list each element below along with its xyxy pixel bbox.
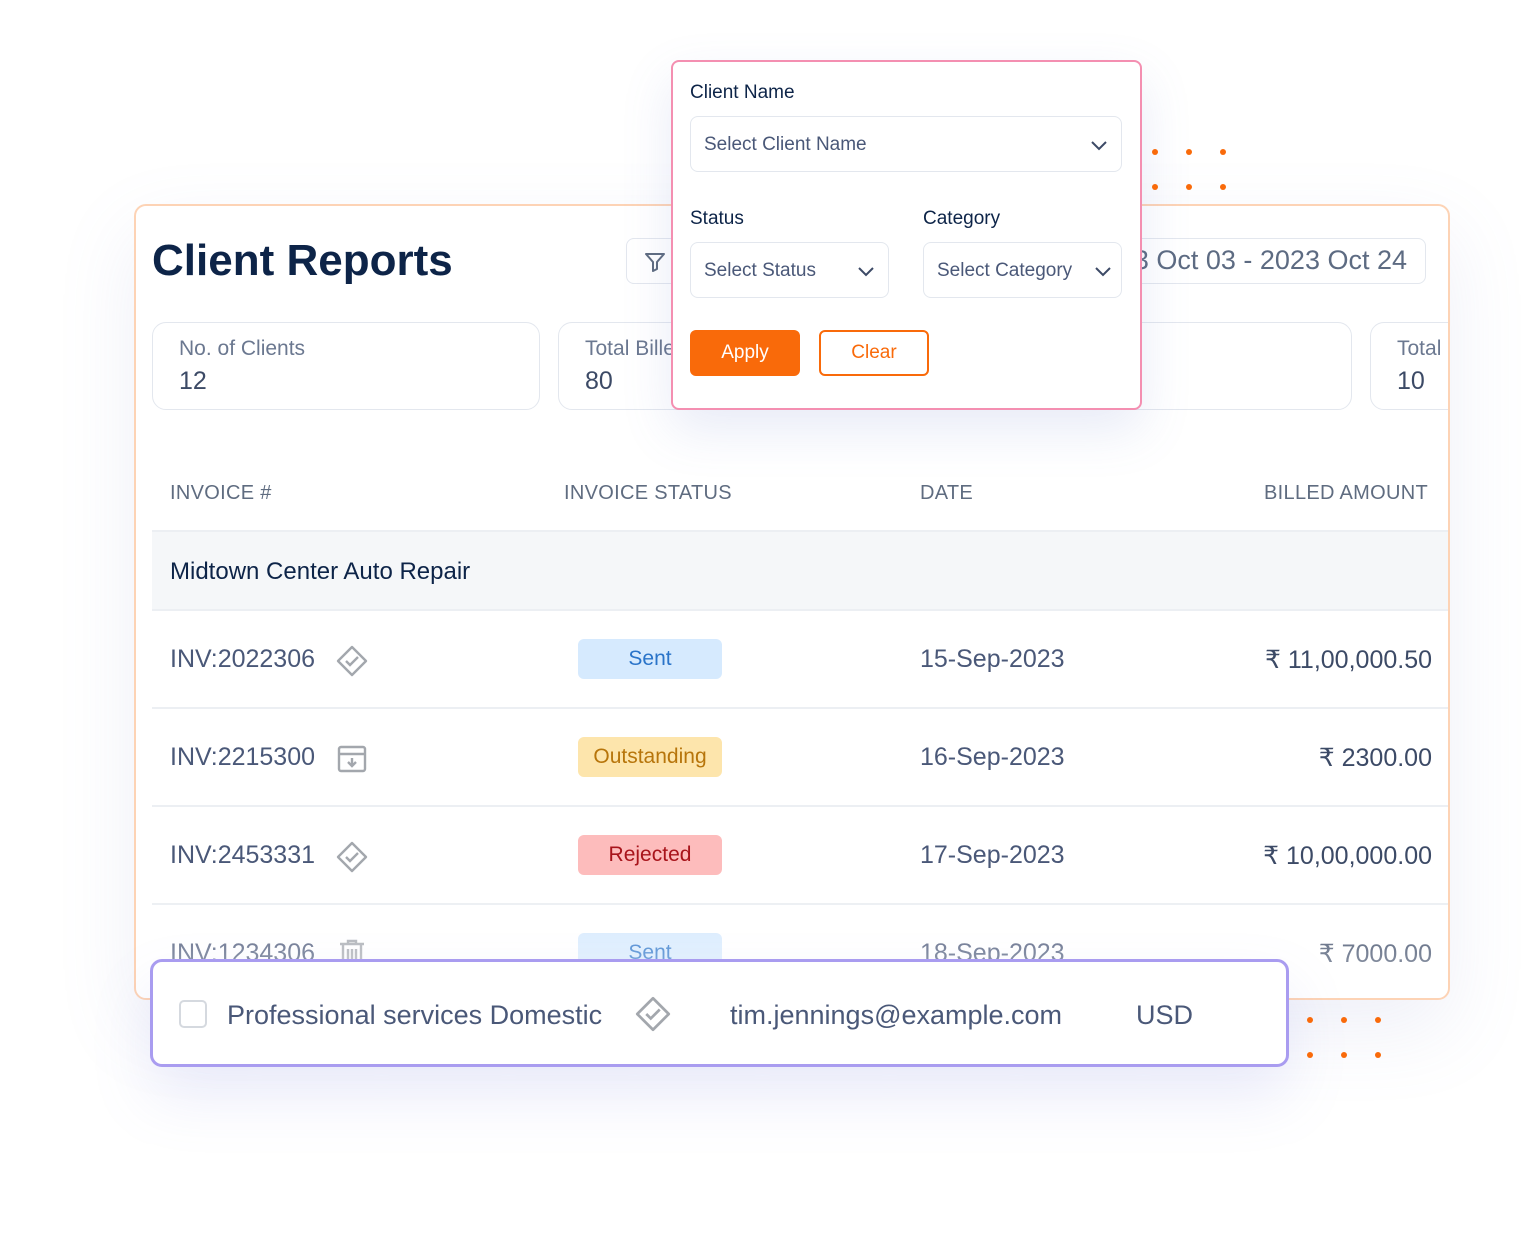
decorative-dot — [1186, 184, 1192, 190]
floating-client-row: Professional services Domestic tim.jenni… — [150, 959, 1289, 1067]
decorative-dot — [1152, 149, 1158, 155]
invoice-date: 17-Sep-2023 — [920, 841, 1065, 869]
decorative-dot — [1341, 1052, 1347, 1058]
client-email[interactable]: tim.jennings@example.com — [730, 1000, 1062, 1031]
decorative-dot — [1220, 184, 1226, 190]
column-header-date[interactable]: DATE — [920, 482, 973, 505]
category-label: Category — [923, 208, 1001, 229]
category-placeholder: Select Category — [937, 260, 1073, 281]
status-badge: Outstanding — [578, 737, 722, 777]
client-currency: USD — [1136, 1000, 1194, 1030]
invoice-date: 16-Sep-2023 — [920, 743, 1065, 771]
chevron-down-icon — [858, 267, 874, 277]
approved-check-icon[interactable] — [336, 645, 368, 677]
stat-label: No. of Clients — [179, 337, 306, 360]
stat-value: 10 — [1397, 367, 1425, 395]
stat-card-total: Total 10 — [1370, 322, 1448, 410]
client-name-select[interactable]: Select Client Name — [690, 116, 1122, 172]
chevron-down-icon — [1091, 141, 1107, 151]
decorative-dot — [1375, 1017, 1381, 1023]
row-checkbox[interactable] — [179, 1000, 207, 1028]
invoice-date: 15-Sep-2023 — [920, 645, 1065, 673]
approved-check-icon[interactable] — [336, 841, 368, 873]
clear-button[interactable]: Clear — [819, 330, 929, 376]
category-select[interactable]: Select Category — [923, 242, 1122, 298]
chevron-down-icon — [1095, 267, 1111, 277]
stat-card-clients: No. of Clients 12 — [152, 322, 540, 410]
decorative-dot — [1152, 184, 1158, 190]
column-header-amount[interactable]: BILLED AMOUNT — [1264, 482, 1428, 505]
status-badge: Rejected — [578, 835, 722, 875]
archive-download-icon[interactable] — [336, 743, 368, 775]
client-name-placeholder: Select Client Name — [704, 134, 867, 155]
column-header-status[interactable]: INVOICE STATUS — [564, 482, 732, 505]
billed-amount: ₹ 11,00,000.50 — [1265, 646, 1432, 674]
invoice-number[interactable]: INV:2215300 — [170, 743, 315, 772]
group-row: Midtown Center Auto Repair — [152, 532, 1448, 610]
page-title: Client Reports — [152, 236, 453, 285]
apply-button[interactable]: Apply — [690, 330, 800, 376]
status-placeholder: Select Status — [704, 260, 816, 281]
decorative-dot — [1307, 1017, 1313, 1023]
billed-amount: ₹ 2300.00 — [1318, 744, 1432, 772]
status-label: Status — [690, 208, 744, 229]
table-row[interactable]: INV:2453331 Rejected 17-Sep-2023 ₹ 10,00… — [152, 807, 1448, 905]
status-select[interactable]: Select Status — [690, 242, 889, 298]
column-header-invoice[interactable]: INVOICE # — [170, 482, 272, 505]
status-badge: Sent — [578, 639, 722, 679]
stat-label: Total — [1397, 337, 1442, 360]
filter-popup: Client Name Select Client Name Status Se… — [671, 60, 1142, 410]
invoice-number[interactable]: INV:2453331 — [170, 841, 315, 870]
table-row[interactable]: INV:2022306 Sent 15-Sep-2023 ₹ 11,00,000… — [152, 611, 1448, 709]
table-row[interactable]: INV:2215300 Outstanding 16-Sep-2023 ₹ 23… — [152, 709, 1448, 807]
decorative-dot — [1375, 1052, 1381, 1058]
decorative-dot — [1220, 149, 1226, 155]
stat-value: 12 — [179, 367, 207, 395]
decorative-dot — [1186, 149, 1192, 155]
decorative-dot — [1307, 1052, 1313, 1058]
decorative-dot — [1341, 1017, 1347, 1023]
client-category: Professional services Domestic — [227, 1000, 603, 1030]
billed-amount: ₹ 10,00,000.00 — [1263, 842, 1432, 870]
approved-check-icon — [635, 996, 671, 1032]
filter-icon — [645, 253, 665, 272]
client-name-label: Client Name — [690, 82, 795, 103]
invoice-number[interactable]: INV:2022306 — [170, 645, 315, 674]
